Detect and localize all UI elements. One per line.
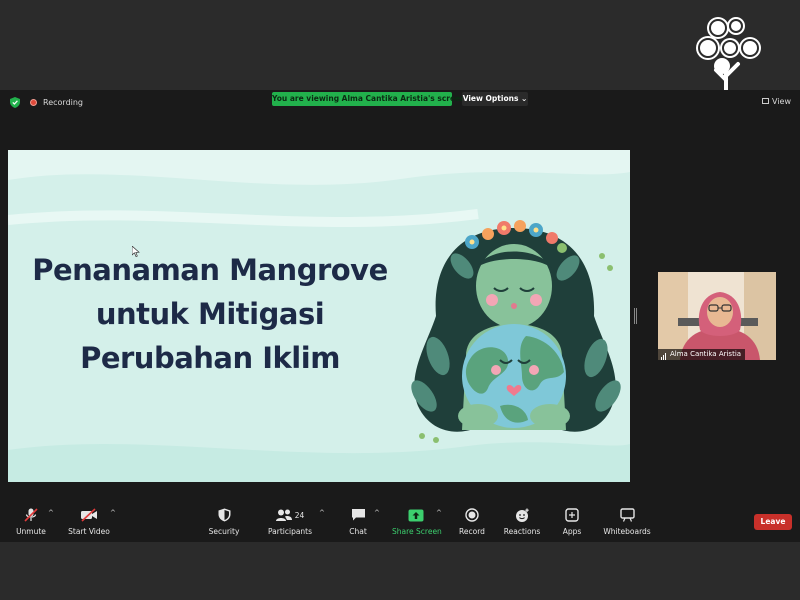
participants-button[interactable]: 24 Participants xyxy=(266,506,314,536)
participants-count: 24 xyxy=(294,510,305,520)
shared-screen-slide: Penanaman Mangrove untuk Mitigasi Peruba… xyxy=(8,150,630,482)
reactions-emoji-icon xyxy=(515,508,529,522)
mouse-cursor-icon xyxy=(132,246,140,257)
grid-view-icon xyxy=(762,98,769,104)
recording-label: Recording xyxy=(43,98,84,107)
zoom-window: Recording You are viewing Alma Cantika A… xyxy=(0,90,800,542)
apps-icon xyxy=(565,508,579,522)
view-button[interactable]: View xyxy=(762,97,791,106)
audio-options-chevron-icon[interactable]: ^ xyxy=(48,509,54,517)
share-screen-label: Share Screen xyxy=(392,527,442,536)
participants-options-chevron-icon[interactable]: ^ xyxy=(319,509,325,517)
video-options-chevron-icon[interactable]: ^ xyxy=(110,509,116,517)
unmute-button[interactable]: Unmute xyxy=(10,506,52,536)
security-label: Security xyxy=(208,527,240,536)
share-options-chevron-icon[interactable]: ^ xyxy=(436,509,442,517)
record-icon xyxy=(465,508,479,522)
share-screen-icon xyxy=(408,509,424,521)
meeting-toolbar: Unmute ^ Start Video ^ Security 24 Parti… xyxy=(0,502,800,542)
participant-video xyxy=(658,272,776,360)
start-video-label: Start Video xyxy=(68,527,110,536)
security-shield-icon xyxy=(218,508,230,522)
chat-button[interactable]: Chat xyxy=(342,506,374,536)
participant-video-tile[interactable]: Alma Cantika Aristia xyxy=(658,272,776,360)
start-video-button[interactable]: Start Video xyxy=(64,506,114,536)
whiteboard-icon xyxy=(619,508,635,522)
apps-label: Apps xyxy=(562,527,582,536)
recording-indicator-icon xyxy=(30,99,37,106)
participants-label: Participants xyxy=(267,527,313,536)
viewing-banner: You are viewing Alma Cantika Aristia's s… xyxy=(272,92,466,106)
meeting-top-bar: Recording You are viewing Alma Cantika A… xyxy=(0,90,800,114)
mother-earth-illustration xyxy=(411,220,621,443)
chat-options-chevron-icon[interactable]: ^ xyxy=(374,509,380,517)
view-options-button[interactable]: View Options ⌄ xyxy=(462,92,528,106)
leave-button[interactable]: Leave xyxy=(754,514,792,530)
chat-bubble-icon xyxy=(351,509,365,521)
view-label: View xyxy=(772,97,791,106)
apps-button[interactable]: Apps xyxy=(558,506,586,536)
security-button[interactable]: Security xyxy=(204,506,244,536)
participant-name-label: Alma Cantika Aristia xyxy=(658,349,746,360)
participants-icon xyxy=(275,509,292,521)
chat-label: Chat xyxy=(349,527,367,536)
slide-title: Penanaman Mangrove untuk Mitigasi Peruba… xyxy=(20,248,400,380)
share-screen-button[interactable]: Share Screen xyxy=(392,506,442,536)
connection-signal-icon xyxy=(661,349,667,360)
whiteboards-label: Whiteboards xyxy=(603,527,651,536)
video-off-icon xyxy=(81,508,97,522)
muted-microphone-icon xyxy=(24,508,38,522)
slide-title-line: untuk Mitigasi xyxy=(95,297,325,331)
slide-title-line: Penanaman Mangrove xyxy=(32,253,388,287)
reactions-button[interactable]: Reactions xyxy=(502,506,542,536)
reactions-label: Reactions xyxy=(503,527,541,536)
slide-title-line: Perubahan Iklim xyxy=(80,341,340,375)
unmute-label: Unmute xyxy=(16,527,46,536)
encryption-shield-icon[interactable] xyxy=(10,97,20,108)
participant-name: Alma Cantika Aristia xyxy=(670,350,742,358)
record-button[interactable]: Record xyxy=(456,506,488,536)
whiteboards-button[interactable]: Whiteboards xyxy=(602,506,652,536)
panel-splitter-handle[interactable] xyxy=(634,308,637,324)
record-label: Record xyxy=(459,527,485,536)
